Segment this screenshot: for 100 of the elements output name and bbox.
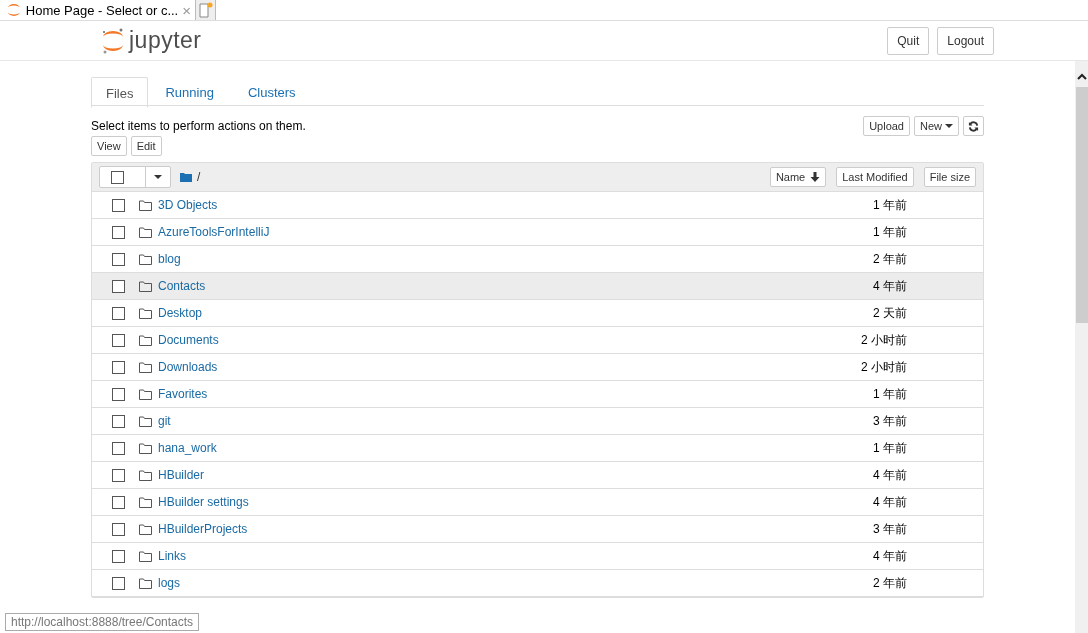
modified-time: 1 年前	[872, 439, 907, 457]
sort-button[interactable]: Name	[769, 167, 827, 187]
row-checkbox[interactable]	[112, 495, 125, 509]
row-checkbox[interactable]	[112, 225, 125, 239]
folder-icon	[139, 307, 152, 319]
file-row[interactable]: Desktop 2 天前	[92, 300, 983, 327]
view-button[interactable]: View	[91, 136, 127, 156]
file-row[interactable]: Favorites 1 年前	[92, 381, 983, 408]
file-link[interactable]: Favorites	[158, 387, 208, 401]
file-row[interactable]: HBuilder 4 年前	[92, 462, 983, 489]
folder-icon	[139, 550, 152, 562]
file-row[interactable]: Contacts 4 年前	[92, 273, 983, 300]
breadcrumb-link[interactable]: /	[197, 170, 201, 184]
modified-time: 4 年前	[872, 493, 907, 511]
folder-icon	[139, 442, 152, 454]
row-checkbox[interactable]	[112, 279, 125, 293]
file-row[interactable]: git 3 年前	[92, 408, 983, 435]
file-link[interactable]: blog	[158, 252, 181, 266]
file-link[interactable]: Desktop	[158, 306, 203, 320]
modified-time: 3 年前	[872, 520, 907, 538]
modified-time: 2 小时前	[860, 358, 907, 376]
file-link[interactable]: HBuilder settings	[158, 495, 249, 509]
file-link[interactable]: HBuilderProjects	[158, 522, 248, 536]
folder-icon	[139, 577, 152, 589]
file-row[interactable]: HBuilderProjects 3 年前	[92, 516, 983, 543]
instructions-text: Select items to perform actions on them.	[91, 119, 306, 133]
folder-icon	[139, 415, 152, 427]
scrollbar[interactable]	[1075, 61, 1088, 633]
file-link[interactable]: AzureToolsForIntelliJ	[158, 225, 270, 239]
modified-time: 4 年前	[872, 277, 907, 295]
jupyter-logo-icon	[101, 26, 125, 55]
file-row[interactable]: Downloads 2 小时前	[92, 354, 983, 381]
modified-time: 1 年前	[872, 196, 907, 214]
folder-icon	[139, 280, 152, 292]
file-link[interactable]: git	[158, 414, 171, 428]
quit-button[interactable]: Quit	[887, 26, 930, 55]
file-link[interactable]: HBuilder	[158, 468, 205, 482]
folder-icon	[139, 361, 152, 373]
arrow-down-icon	[810, 172, 821, 182]
folder-icon	[139, 199, 152, 211]
row-checkbox[interactable]	[112, 360, 125, 374]
tab[interactable]: Files	[91, 77, 149, 108]
file-row[interactable]: HBuilder settings 4 年前	[92, 489, 983, 516]
scroll-up-icon[interactable]	[1076, 73, 1087, 81]
file-link[interactable]: Downloads	[158, 360, 218, 374]
row-checkbox[interactable]	[112, 549, 125, 563]
modified-time: 2 天前	[872, 304, 907, 322]
row-checkbox[interactable]	[112, 414, 125, 428]
modified-time: 1 年前	[872, 223, 907, 241]
folder-icon	[139, 496, 152, 508]
new-dropdown-button[interactable]: New	[914, 116, 959, 136]
folder-icon	[139, 334, 152, 346]
row-checkbox[interactable]	[112, 306, 125, 320]
jupyter-logo-icon	[6, 3, 22, 17]
file-row[interactable]: logs 2 年前	[92, 570, 983, 597]
folder-icon	[139, 523, 152, 535]
logout-button[interactable]: Logout	[937, 26, 994, 55]
file-row[interactable]: AzureToolsForIntelliJ 1 年前	[92, 219, 983, 246]
folder-icon	[180, 172, 192, 182]
row-checkbox[interactable]	[112, 441, 125, 455]
row-checkbox[interactable]	[112, 576, 125, 590]
upload-button[interactable]: Upload	[863, 116, 910, 136]
modified-time: 4 年前	[872, 466, 907, 484]
select-all-checkbox[interactable]	[111, 170, 124, 184]
modified-time: 3 年前	[872, 412, 907, 430]
status-url-tooltip: http://localhost:8888/tree/Contacts	[5, 613, 200, 631]
file-row[interactable]: 3D Objects 1 年前	[92, 192, 983, 219]
logo-text: jupyter	[129, 27, 202, 54]
modified-time: 1 年前	[872, 385, 907, 403]
modified-time: 4 年前	[872, 547, 907, 565]
row-checkbox[interactable]	[112, 522, 125, 536]
file-row[interactable]: hana_work 1 年前	[92, 435, 983, 462]
row-checkbox[interactable]	[112, 252, 125, 266]
modified-time: 2 年前	[872, 250, 907, 268]
row-checkbox[interactable]	[112, 198, 125, 212]
file-link[interactable]: Links	[158, 549, 186, 563]
modified-time: 2 年前	[872, 574, 907, 592]
folder-icon	[139, 226, 152, 238]
file-link[interactable]: Contacts	[158, 279, 206, 293]
file-row[interactable]: Links 4 年前	[92, 543, 983, 570]
edit-button[interactable]: Edit	[130, 136, 162, 156]
modified-time: 2 小时前	[860, 331, 907, 349]
row-checkbox[interactable]	[112, 468, 125, 482]
row-checkbox[interactable]	[112, 387, 125, 401]
tab-title: Home Page - Select or c...	[25, 2, 179, 18]
folder-icon	[139, 469, 152, 481]
folder-icon	[139, 388, 152, 400]
file-link[interactable]: Documents	[158, 333, 219, 347]
tab[interactable]: Clusters	[230, 77, 313, 105]
file-row[interactable]: Documents 2 小时前	[92, 327, 983, 354]
file-link[interactable]: 3D Objects	[158, 198, 218, 212]
sort-button[interactable]: Last Modified	[836, 167, 914, 187]
refresh-button[interactable]	[963, 116, 984, 136]
refresh-icon	[968, 120, 979, 132]
file-link[interactable]: logs	[158, 576, 180, 590]
sort-button[interactable]: File size	[923, 167, 976, 187]
tab[interactable]: Running	[148, 77, 231, 105]
folder-icon	[139, 253, 152, 265]
row-checkbox[interactable]	[112, 333, 125, 347]
file-link[interactable]: hana_work	[158, 441, 217, 455]
